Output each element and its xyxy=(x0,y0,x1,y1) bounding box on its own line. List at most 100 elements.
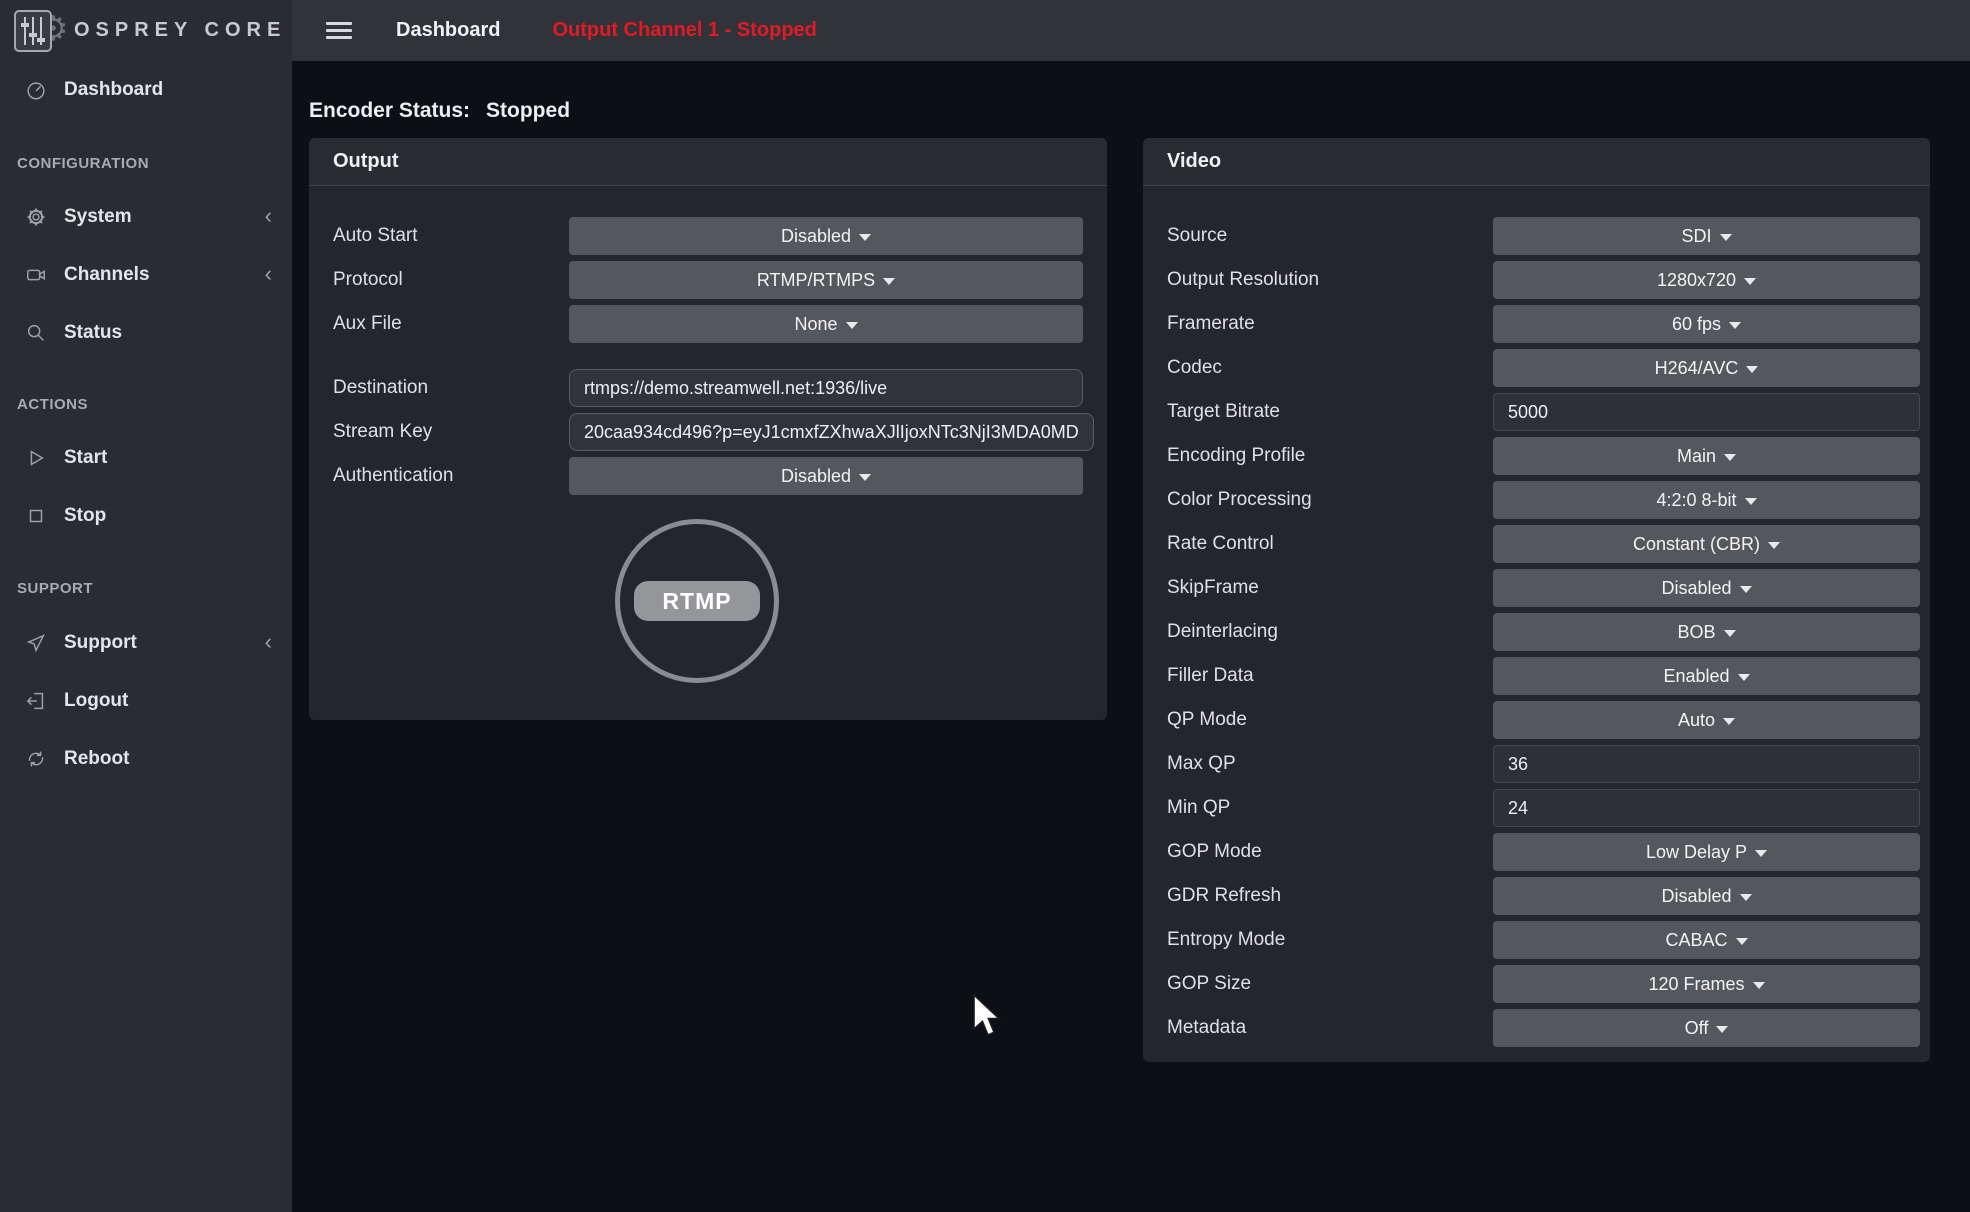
input-value: 24 xyxy=(1508,798,1528,819)
field-row-filler-data: Filler Data Enabled xyxy=(1167,657,1920,695)
field-row-destination: Destination rtmps://demo.streamwell.net:… xyxy=(333,369,1083,407)
output-panel-header: Output xyxy=(309,138,1107,186)
sidebar-item-support[interactable]: Support ‹ xyxy=(0,629,292,657)
protocol-dropdown[interactable]: RTMP/RTMPS xyxy=(569,261,1083,299)
sidebar-item-label: Channels xyxy=(64,264,150,286)
logout-icon xyxy=(25,690,47,712)
dropdown-value: Disabled xyxy=(781,466,851,487)
dropdown-value: H264/AVC xyxy=(1655,358,1739,379)
dropdown-value: 120 Frames xyxy=(1648,974,1744,995)
reboot-icon xyxy=(25,748,47,770)
sidebar-item-channels[interactable]: Channels ‹ xyxy=(0,261,292,289)
color-processing-dropdown[interactable]: 4:2:0 8-bit xyxy=(1493,481,1920,519)
field-label: Output Resolution xyxy=(1167,269,1493,291)
field-label: Rate Control xyxy=(1167,533,1493,555)
field-label: Metadata xyxy=(1167,1017,1493,1039)
field-label: Encoding Profile xyxy=(1167,445,1493,467)
sidebar-item-reboot[interactable]: Reboot xyxy=(0,745,292,773)
aux-file-dropdown[interactable]: None xyxy=(569,305,1083,343)
input-value: 20caa934cd496?p=eyJ1cmxfZXhwaXJlIjoxNTc3… xyxy=(584,422,1079,443)
sidebar-item-system[interactable]: System ‹ xyxy=(0,203,292,231)
encoding-profile-dropdown[interactable]: Main xyxy=(1493,437,1920,475)
sidebar-item-label: Support xyxy=(64,632,137,654)
field-row-gop-size: GOP Size 120 Frames xyxy=(1167,965,1920,1003)
output-resolution-dropdown[interactable]: 1280x720 xyxy=(1493,261,1920,299)
field-row-skipframe: SkipFrame Disabled xyxy=(1167,569,1920,607)
caret-down-icon xyxy=(1724,630,1736,637)
dropdown-value: Disabled xyxy=(781,226,851,247)
caret-down-icon xyxy=(1724,454,1736,461)
brand-name: OSPREY CORE xyxy=(74,19,286,42)
field-label: Destination xyxy=(333,377,569,399)
caret-down-icon xyxy=(859,234,871,241)
sidebar-item-start[interactable]: Start xyxy=(0,444,292,472)
rate-control-dropdown[interactable]: Constant (CBR) xyxy=(1493,525,1920,563)
chevron-left-icon: ‹ xyxy=(265,630,272,654)
dropdown-value: Disabled xyxy=(1661,886,1731,907)
field-row-color-processing: Color Processing 4:2:0 8-bit xyxy=(1167,481,1920,519)
sidebar-item-logout[interactable]: Logout xyxy=(0,687,292,715)
source-dropdown[interactable]: SDI xyxy=(1493,217,1920,255)
sidebar-item-status[interactable]: Status xyxy=(0,319,292,347)
topnav-channel-status[interactable]: Output Channel 1 - Stopped xyxy=(552,19,816,42)
stream-key-input[interactable]: 20caa934cd496?p=eyJ1cmxfZXhwaXJlIjoxNTc3… xyxy=(569,413,1094,451)
caret-down-icon xyxy=(883,278,895,285)
brand-logo: ⚙ OSPREY CORE xyxy=(0,0,292,61)
play-icon xyxy=(25,447,47,469)
codec-dropdown[interactable]: H264/AVC xyxy=(1493,349,1920,387)
deinterlacing-dropdown[interactable]: BOB xyxy=(1493,613,1920,651)
search-icon xyxy=(25,322,47,344)
panel-title: Video xyxy=(1167,150,1221,173)
dropdown-value: Auto xyxy=(1678,710,1715,731)
sidebar-item-dashboard[interactable]: Dashboard xyxy=(0,76,292,104)
field-row-protocol: Protocol RTMP/RTMPS xyxy=(333,261,1083,299)
field-label: GOP Size xyxy=(1167,973,1493,995)
sidebar-item-label: Start xyxy=(64,447,107,469)
field-row-entropy-mode: Entropy Mode CABAC xyxy=(1167,921,1920,959)
auto-start-dropdown[interactable]: Disabled xyxy=(569,217,1083,255)
gdr-refresh-dropdown[interactable]: Disabled xyxy=(1493,877,1920,915)
menu-toggle-icon[interactable] xyxy=(326,18,352,43)
caret-down-icon xyxy=(1745,498,1757,505)
caret-down-icon xyxy=(1740,894,1752,901)
field-row-rate-control: Rate Control Constant (CBR) xyxy=(1167,525,1920,563)
gop-size-dropdown[interactable]: 120 Frames xyxy=(1493,965,1920,1003)
osprey-logo-icon: ⚙ xyxy=(12,8,64,54)
encoder-status: Encoder Status: Stopped xyxy=(309,99,570,123)
max-qp-input[interactable]: 36 xyxy=(1493,745,1920,783)
metadata-dropdown[interactable]: Off xyxy=(1493,1009,1920,1047)
dropdown-value: Enabled xyxy=(1663,666,1729,687)
dropdown-value: CABAC xyxy=(1665,930,1727,951)
sidebar-item-label: Stop xyxy=(64,505,106,527)
field-row-output-resolution: Output Resolution 1280x720 xyxy=(1167,261,1920,299)
field-label: Filler Data xyxy=(1167,665,1493,687)
sidebar-item-stop[interactable]: Stop xyxy=(0,502,292,530)
caret-down-icon xyxy=(1729,322,1741,329)
dropdown-value: 4:2:0 8-bit xyxy=(1656,490,1736,511)
entropy-mode-dropdown[interactable]: CABAC xyxy=(1493,921,1920,959)
destination-input[interactable]: rtmps://demo.streamwell.net:1936/live xyxy=(569,369,1083,407)
skipframe-dropdown[interactable]: Disabled xyxy=(1493,569,1920,607)
target-bitrate-input[interactable]: 5000 xyxy=(1493,393,1920,431)
field-label: Stream Key xyxy=(333,421,569,443)
field-row-gdr-refresh: GDR Refresh Disabled xyxy=(1167,877,1920,915)
gop-mode-dropdown[interactable]: Low Delay P xyxy=(1493,833,1920,871)
field-row-gop-mode: GOP Mode Low Delay P xyxy=(1167,833,1920,871)
caret-down-icon xyxy=(1723,718,1735,725)
field-row-metadata: Metadata Off xyxy=(1167,1009,1920,1047)
framerate-dropdown[interactable]: 60 fps xyxy=(1493,305,1920,343)
field-label: Auto Start xyxy=(333,225,569,247)
topnav-dashboard[interactable]: Dashboard xyxy=(396,19,500,42)
qp-mode-dropdown[interactable]: Auto xyxy=(1493,701,1920,739)
sidebar: Dashboard CONFIGURATION System ‹ Channel… xyxy=(0,61,292,1212)
min-qp-input[interactable]: 24 xyxy=(1493,789,1920,827)
caret-down-icon xyxy=(846,322,858,329)
field-label: Source xyxy=(1167,225,1493,247)
video-panel-header: Video xyxy=(1143,138,1930,186)
filler-data-dropdown[interactable]: Enabled xyxy=(1493,657,1920,695)
chevron-left-icon: ‹ xyxy=(265,204,272,228)
dropdown-value: BOB xyxy=(1677,622,1715,643)
authentication-dropdown[interactable]: Disabled xyxy=(569,457,1083,495)
caret-down-icon xyxy=(1755,850,1767,857)
sidebar-section-support: SUPPORT xyxy=(17,578,93,598)
